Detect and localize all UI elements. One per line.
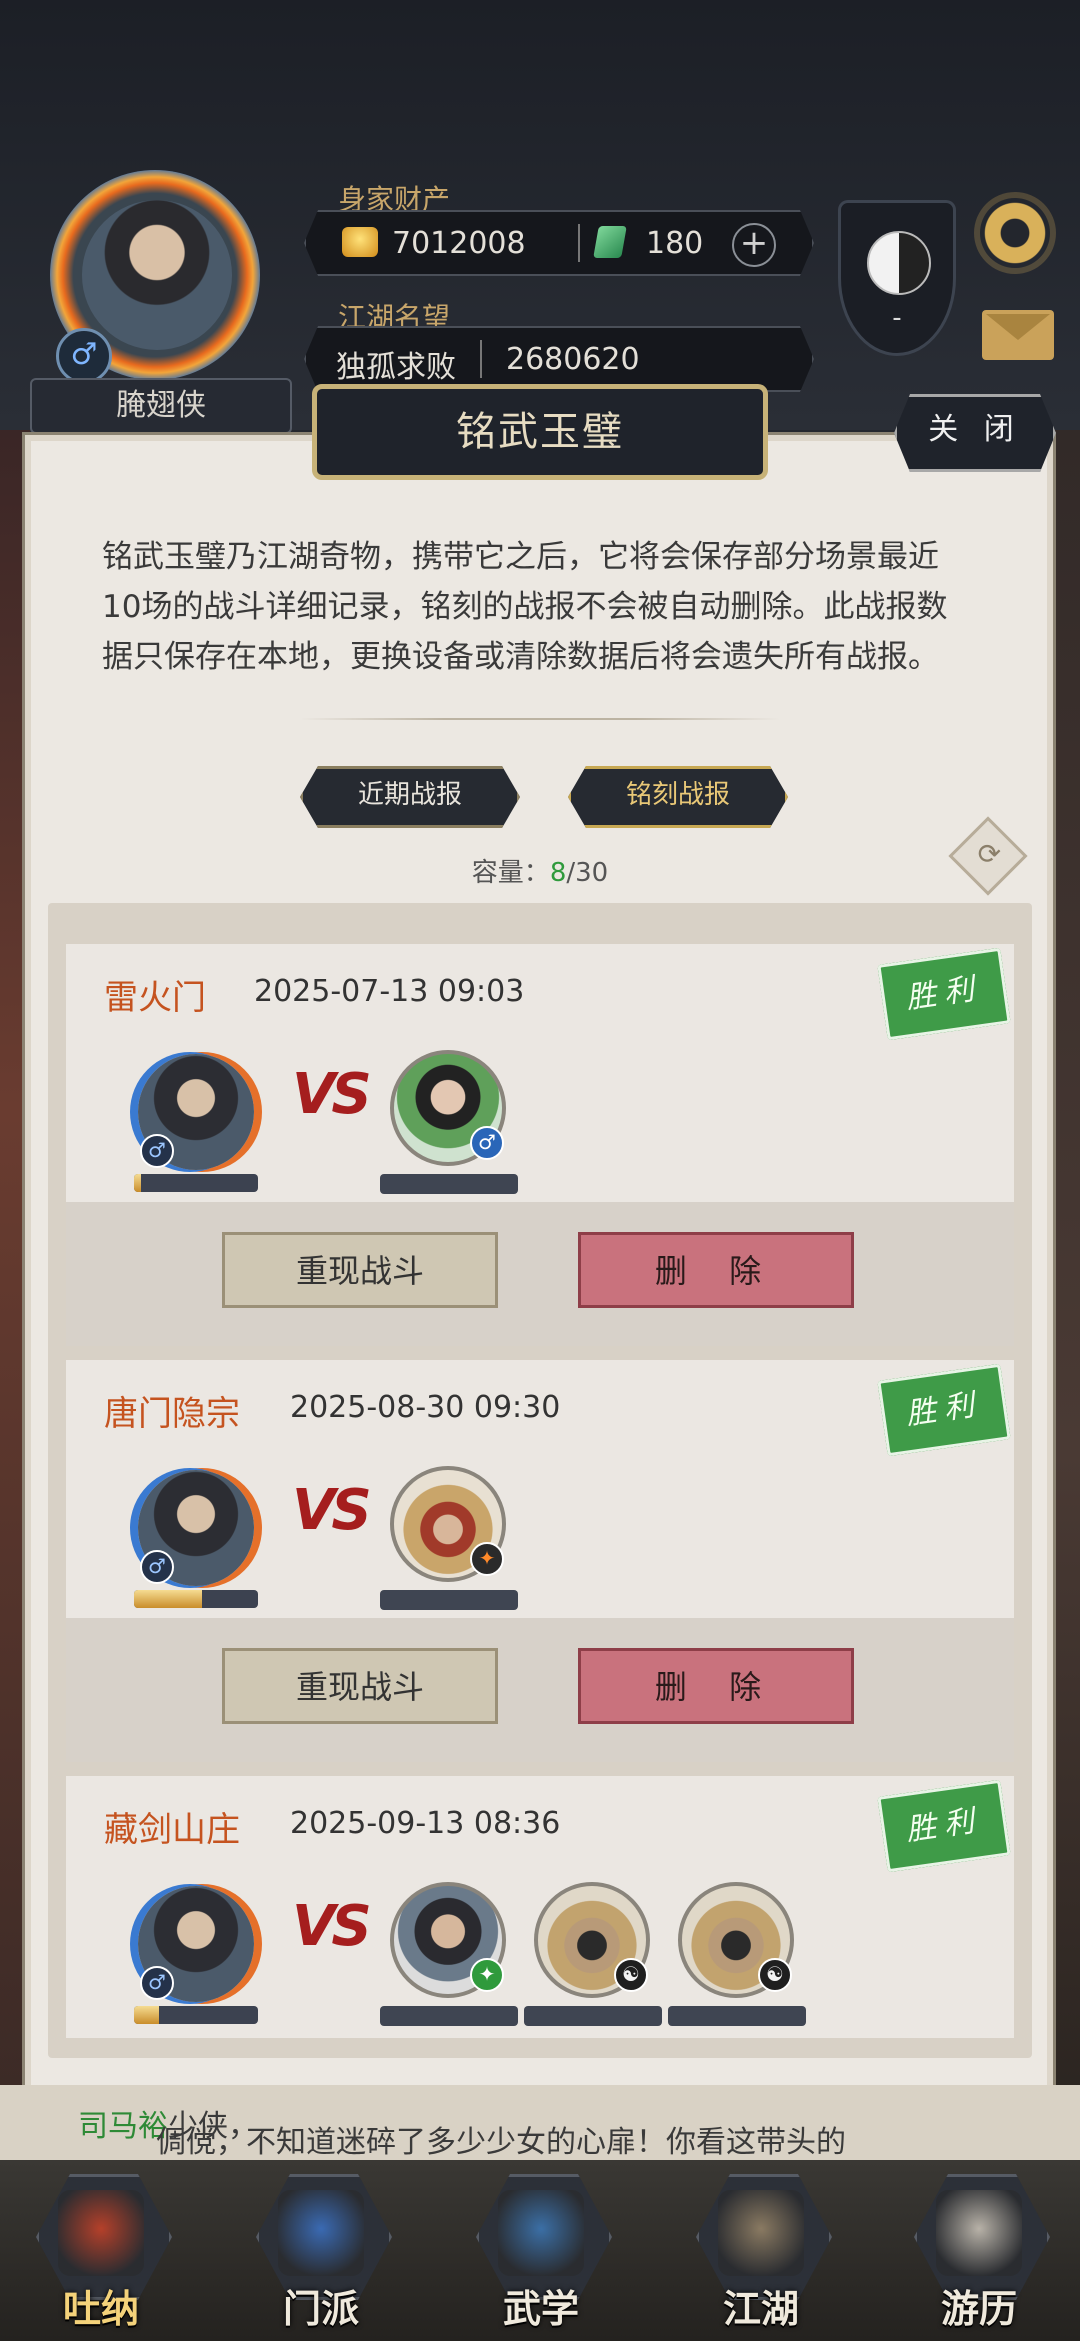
battle-card: 雷火门 2025-07-13 09:03 胜利 ♂ VS ♂ 重现战斗 删 除 — [66, 944, 1014, 1346]
mail-icon[interactable] — [982, 310, 1054, 360]
story-character-name[interactable]: 司马裕 — [78, 2109, 168, 2144]
battle-card: 唐门隐宗 2025-08-30 09:30 胜利 ♂ VS ✦ 重现战斗 删 除 — [66, 1360, 1014, 1762]
male-icon: ♂ — [140, 1550, 174, 1584]
nav-martial-arts[interactable]: 武学 — [468, 2174, 614, 2334]
reputation-title: 独孤求败 — [336, 350, 456, 385]
player-avatar[interactable]: ♂ — [32, 160, 282, 390]
battle-card: 藏剑山庄 2025-09-13 08:36 胜利 ♂ VS ✦ ☯ ☯ — [66, 1776, 1014, 2038]
capacity-current: 8 — [549, 858, 567, 888]
replay-battle-button[interactable]: 重现战斗 — [222, 1648, 498, 1724]
delete-report-button[interactable]: 删 除 — [578, 1232, 854, 1308]
add-currency-button[interactable]: + — [732, 223, 776, 267]
bottom-nav: 吐纳 门派 武学 江湖 游历 — [0, 2160, 1080, 2341]
sect-icon — [278, 2190, 364, 2276]
player-portrait: ♂ — [138, 1470, 254, 1586]
enemy-hp-bar — [668, 2006, 806, 2026]
meditation-icon — [58, 2190, 144, 2276]
enemy-portrait: ✦ — [390, 1882, 506, 1998]
vs-icon: VS — [292, 1894, 372, 1959]
capacity-max: /30 — [566, 858, 609, 888]
player-portrait: ♂ — [138, 1886, 254, 2002]
taiji-icon: ☯ — [758, 1958, 792, 1992]
nav-meditation[interactable]: 吐纳 — [28, 2174, 174, 2334]
battle-datetime: 2025-07-13 09:03 — [254, 974, 525, 1009]
horse-icon — [936, 2190, 1022, 2276]
jianghu-icon — [718, 2190, 804, 2276]
enemy-element-icon: ♂ — [470, 1126, 504, 1160]
opponent-sect: 雷火门 — [104, 978, 206, 1018]
nav-label: 武学 — [502, 2287, 579, 2331]
player-hp-bar — [134, 2006, 258, 2024]
male-icon: ♂ — [140, 1966, 174, 2000]
victory-stamp: 胜利 — [877, 1363, 1011, 1457]
tab-recent-reports[interactable]: 近期战报 — [300, 766, 520, 828]
nav-label: 门派 — [282, 2287, 359, 2331]
nav-travel[interactable]: 游历 — [906, 2174, 1052, 2334]
gear-icon[interactable] — [980, 198, 1050, 268]
story-text-strip: 倜傥，不知道迷碎了多少少女的心扉！你看这带头的 司马裕少侠， — [0, 2085, 1080, 2160]
player-name: 腌翅侠 — [30, 378, 292, 434]
taiji-icon: ☯ — [614, 1958, 648, 1992]
capacity-label: 容量： — [471, 858, 550, 888]
nav-label: 吐纳 — [62, 2287, 139, 2331]
nav-jianghu[interactable]: 江湖 — [688, 2174, 834, 2334]
enemy-hp-bar — [380, 1174, 518, 1194]
avatar-portrait — [82, 200, 232, 350]
nav-sect[interactable]: 门派 — [248, 2174, 394, 2334]
opponent-sect: 藏剑山庄 — [104, 1810, 240, 1850]
enemy-hp-bar — [380, 1590, 518, 1610]
enemy-portrait: ✦ — [390, 1466, 506, 1582]
ornament-divider — [300, 718, 780, 720]
taiji-emblem-button[interactable]: - — [838, 200, 956, 356]
nav-label: 游历 — [940, 2287, 1017, 2331]
delete-report-button[interactable]: 删 除 — [578, 1648, 854, 1724]
battle-datetime: 2025-08-30 09:30 — [290, 1390, 561, 1425]
player-hp-bar — [134, 1590, 258, 1608]
martial-book-icon — [498, 2190, 584, 2276]
reputation-bar: 独孤求败 2680620 — [304, 326, 814, 392]
victory-stamp: 胜利 — [877, 947, 1011, 1041]
vs-icon: VS — [292, 1062, 372, 1127]
jade-value: 180 — [646, 226, 704, 261]
jade-icon — [593, 226, 627, 258]
male-icon: ♂ — [56, 328, 112, 384]
nav-label: 江湖 — [722, 2287, 799, 2331]
enemy-element-icon: ✦ — [470, 1958, 504, 1992]
battle-datetime: 2025-09-13 08:36 — [290, 1806, 561, 1841]
enemy-element-icon: ✦ — [470, 1542, 504, 1576]
story-text: 倜傥，不知道迷碎了多少少女的心扉！你看这带头的 司马裕少侠， — [78, 2109, 846, 2160]
replay-battle-button[interactable]: 重现战斗 — [222, 1232, 498, 1308]
dialog-title: 铭武玉璧 — [312, 384, 768, 480]
reputation-value: 2680620 — [506, 342, 640, 377]
taiji-icon — [867, 231, 931, 295]
wealth-bar: 7012008 180 + — [304, 210, 814, 276]
emblem-level: - — [892, 303, 902, 333]
gold-ingot-icon — [342, 227, 378, 257]
player-hp-bar — [134, 1174, 258, 1192]
opponent-sect: 唐门隐宗 — [104, 1394, 240, 1434]
vs-icon: VS — [292, 1478, 372, 1543]
enemy-portrait: ♂ — [390, 1050, 506, 1166]
tab-engraved-reports[interactable]: 铭刻战报 — [568, 766, 788, 828]
enemy-hp-bar — [380, 2006, 518, 2026]
enemy-portrait: ☯ — [678, 1882, 794, 1998]
dialog-description: 铭武玉璧乃江湖奇物，携带它之后，它将会保存部分场景最近10场的战斗详细记录，铭刻… — [102, 539, 948, 675]
enemy-hp-bar — [524, 2006, 662, 2026]
victory-stamp: 胜利 — [877, 1779, 1011, 1873]
divider — [480, 340, 482, 378]
male-icon: ♂ — [140, 1134, 174, 1168]
player-portrait: ♂ — [138, 1054, 254, 1170]
capacity-readout: 容量：8/30 — [0, 852, 1080, 889]
divider — [578, 224, 580, 262]
enemy-portrait: ☯ — [534, 1882, 650, 1998]
close-button[interactable]: 关 闭 — [894, 394, 1056, 472]
gold-value: 7012008 — [392, 226, 526, 261]
